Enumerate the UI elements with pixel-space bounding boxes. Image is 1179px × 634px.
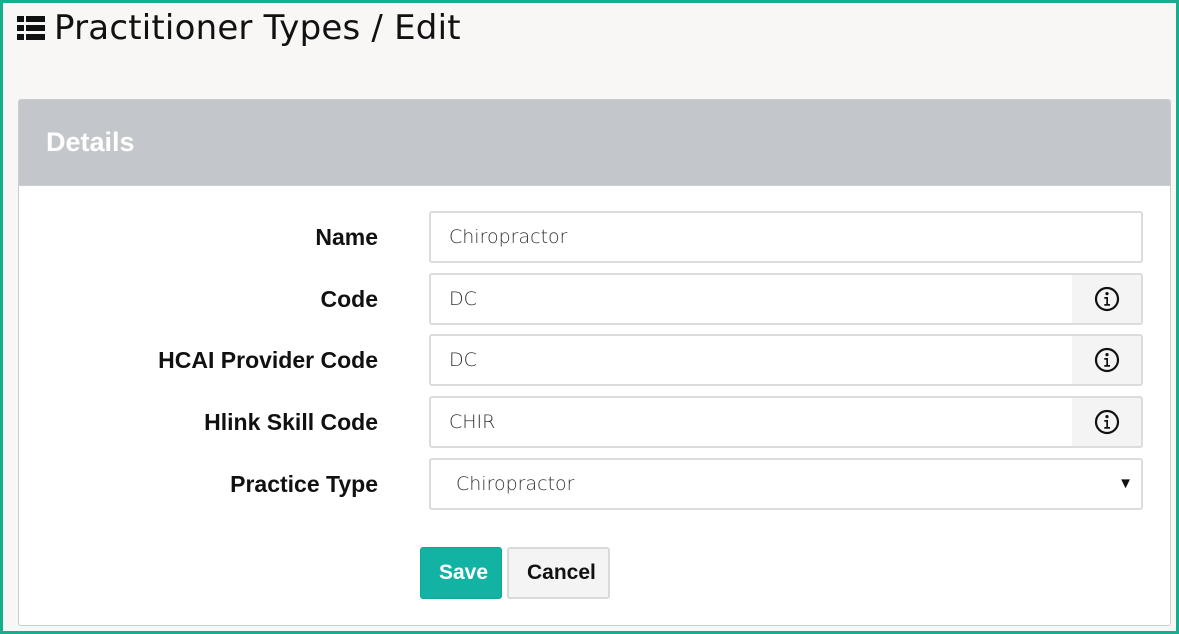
- panel-title: Details: [46, 127, 135, 157]
- details-panel: Details Name Code HCAI Provider Code: [18, 99, 1171, 626]
- form-actions: Save Cancel: [420, 547, 610, 599]
- code-input[interactable]: [429, 273, 1074, 325]
- hcai-provider-code-label: HCAI Provider Code: [158, 347, 378, 373]
- practice-type-label: Practice Type: [230, 471, 378, 497]
- info-icon: [1094, 347, 1119, 373]
- code-label: Code: [320, 286, 379, 312]
- practice-type-selected-value: Chiropractor: [456, 473, 575, 495]
- hcai-provider-code-info-button[interactable]: [1072, 334, 1143, 386]
- list-icon: [17, 16, 45, 40]
- info-icon: [1094, 409, 1119, 435]
- page-title: Practitioner Types / Edit: [54, 8, 461, 48]
- form-row-name: Name: [19, 211, 1170, 263]
- hlink-skill-code-input[interactable]: [429, 396, 1074, 448]
- code-info-button[interactable]: [1072, 273, 1143, 325]
- name-input[interactable]: [429, 211, 1143, 263]
- hlink-skill-code-label: Hlink Skill Code: [204, 409, 378, 435]
- name-label: Name: [315, 224, 378, 250]
- form-row-code: Code: [19, 273, 1170, 325]
- practice-type-select[interactable]: Chiropractor ▼: [429, 458, 1143, 510]
- caret-down-icon: ▼: [1118, 475, 1133, 492]
- panel-heading: Details: [19, 100, 1170, 186]
- page-header: Practitioner Types / Edit: [16, 8, 461, 48]
- app-frame: Practitioner Types / Edit Details Name C…: [0, 0, 1179, 634]
- hcai-provider-code-input[interactable]: [429, 334, 1074, 386]
- cancel-button[interactable]: Cancel: [507, 547, 610, 599]
- form-row-hlink-skill-code: Hlink Skill Code: [19, 396, 1170, 448]
- hlink-skill-code-info-button[interactable]: [1072, 396, 1143, 448]
- save-button[interactable]: Save: [420, 547, 502, 599]
- info-icon: [1094, 286, 1119, 312]
- form-row-practice-type: Practice Type Chiropractor ▼: [19, 458, 1170, 510]
- form-row-hcai-provider-code: HCAI Provider Code: [19, 334, 1170, 386]
